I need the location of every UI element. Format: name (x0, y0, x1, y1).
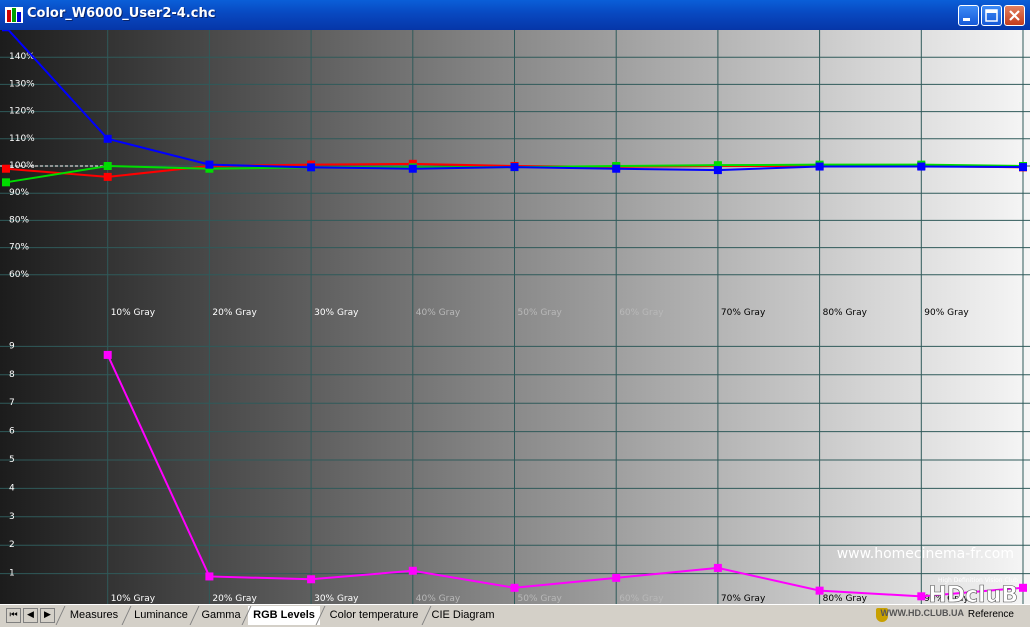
x-category-label: 60% Gray (619, 308, 664, 318)
x-category-label: 60% Gray (619, 594, 664, 604)
rgb-levels-chart-area: 140% 130% 120% 110% 100% 90% 80% 70% 60% 10% Gray… (0, 23, 1030, 608)
x-category-label: 20% Gray (212, 594, 257, 604)
close-button[interactable] (1004, 5, 1025, 26)
y-tick-label: 4 (9, 483, 15, 493)
data-point (307, 163, 316, 172)
minimize-button[interactable] (958, 5, 979, 26)
data-point (103, 134, 112, 143)
data-point (205, 572, 214, 581)
tab-color-temperature[interactable]: Color temperature (322, 606, 426, 625)
data-point (713, 166, 722, 175)
logo-url-text: WWW.HD.CLUB.UA (880, 608, 964, 618)
y-tick-label: 2 (9, 540, 15, 550)
x-category-label: 20% Gray (212, 308, 257, 318)
prev-tab-button[interactable]: ◀ (23, 608, 38, 623)
title-bar[interactable]: Color_W6000_User2-4.chc (0, 0, 1030, 30)
tab-gamma[interactable]: Gamma (196, 606, 246, 625)
x-category-label: 50% Gray (518, 308, 563, 318)
data-point (612, 164, 621, 173)
data-point (815, 586, 824, 595)
minimize-icon (963, 18, 970, 21)
y-tick-label: 60% (9, 270, 29, 280)
maximize-icon (985, 9, 998, 22)
data-point (103, 350, 112, 359)
tab-cie-diagram[interactable]: CIE Diagram (428, 606, 498, 625)
data-point (815, 162, 824, 171)
x-category-label: 10% Gray (111, 308, 156, 318)
x-category-label: 40% Gray (416, 594, 461, 604)
y-tick-label: 9 (9, 341, 15, 351)
watermark-site: www.homecinema-fr.com (837, 546, 1014, 562)
x-category-label: 30% Gray (314, 308, 359, 318)
y-tick-label: 1 (9, 569, 15, 579)
tab-bar: ⏮ ◀ ▶ Measures Luminance Gamma RGB Levels Co… (0, 604, 1030, 627)
maximize-button[interactable] (981, 5, 1002, 26)
x-category-label: 80% Gray (823, 308, 868, 318)
tab-rgb-levels[interactable]: RGB Levels (248, 606, 320, 625)
window-title: Color_W6000_User2-4.chc (27, 6, 216, 21)
data-point (510, 163, 519, 172)
x-category-label: 70% Gray (721, 594, 766, 604)
data-point (917, 162, 926, 171)
data-point (612, 573, 621, 582)
data-point (408, 164, 417, 173)
y-tick-label: 90% (9, 188, 29, 198)
y-tick-label: 110% (9, 134, 35, 144)
data-point (2, 164, 10, 173)
data-point (205, 160, 214, 169)
x-category-label: 30% Gray (314, 594, 359, 604)
data-point (2, 23, 10, 32)
data-point (713, 563, 722, 572)
data-point (103, 162, 112, 170)
next-tab-button[interactable]: ▶ (40, 608, 55, 623)
x-category-label: 10% Gray (111, 594, 156, 604)
y-tick-label: 7 (9, 398, 15, 408)
x-category-label: 90% Gray (924, 308, 969, 318)
data-point (510, 583, 519, 592)
y-tick-label: 120% (9, 107, 35, 117)
y-tick-label: 5 (9, 455, 15, 465)
x-category-label: 40% Gray (416, 308, 461, 318)
hdclub-logo: High Definition Vision Club HDcluB (928, 577, 1018, 608)
data-point (1019, 583, 1027, 592)
data-point (307, 575, 316, 584)
data-point (408, 566, 417, 575)
y-tick-label: 70% (9, 243, 29, 253)
reference-label: Reference (967, 609, 1014, 620)
x-category-label: 80% Gray (823, 594, 868, 604)
data-point (103, 172, 112, 181)
data-point (2, 178, 10, 187)
x-category-label: 70% Gray (721, 308, 766, 318)
tab-luminance[interactable]: Luminance (128, 606, 194, 625)
rgb-levels-chart: 140%130%120%110%100%90%80%70%60%10% Gray… (0, 23, 1030, 608)
tab-measures[interactable]: Measures (62, 606, 126, 625)
close-icon (1009, 10, 1020, 21)
y-tick-label: 80% (9, 215, 29, 225)
x-category-label: 50% Gray (518, 594, 563, 604)
y-tick-label: 130% (9, 79, 35, 89)
data-point (1019, 163, 1027, 172)
first-tab-button[interactable]: ⏮ (6, 608, 21, 623)
data-point (917, 592, 926, 601)
y-tick-label: 3 (9, 512, 15, 522)
logo-text: HDcluB (928, 583, 1018, 604)
color-bars-app-icon (5, 7, 23, 23)
y-tick-label: 8 (9, 370, 15, 380)
y-tick-label: 6 (9, 427, 15, 437)
